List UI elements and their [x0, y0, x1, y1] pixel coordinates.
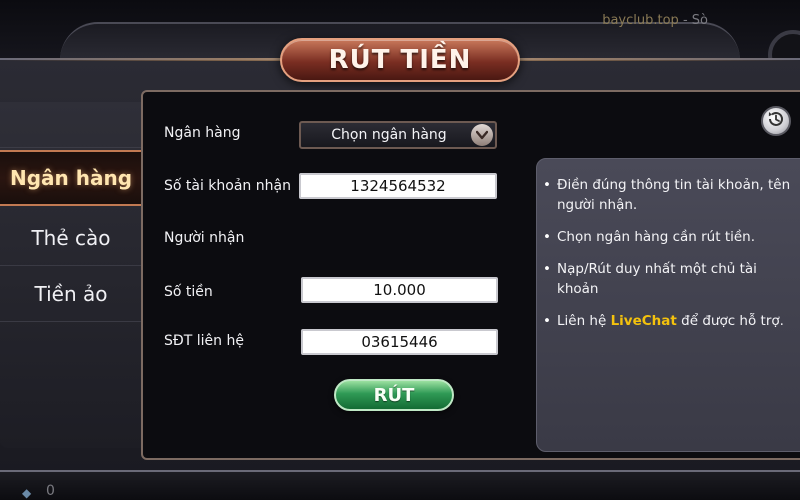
account-number-input[interactable]	[299, 173, 497, 199]
phone-input[interactable]	[301, 329, 498, 355]
recipient-label: Người nhận	[164, 230, 245, 246]
tab-card[interactable]: Thẻ cào	[0, 210, 142, 266]
tab-bank[interactable]: Ngân hàng	[0, 150, 142, 206]
info-item: Nạp/Rút duy nhất một chủ tài khoản	[543, 259, 797, 299]
bank-select-value: Chọn ngân hàng	[331, 127, 447, 143]
site-watermark: bayclub.top - Sò	[602, 13, 708, 28]
balance-value: 0	[46, 483, 55, 499]
bottom-bar	[0, 470, 800, 500]
history-icon	[766, 109, 786, 133]
title-plaque: RÚT TIỀN	[280, 38, 520, 82]
bank-label: Ngân hàng	[164, 125, 241, 141]
livechat-link[interactable]: LiveChat	[611, 313, 677, 329]
chevron-down-icon	[471, 124, 493, 146]
info-contact: Liên hệ LiveChat để được hỗ trợ.	[543, 311, 797, 331]
account-label: Số tài khoản nhận	[164, 178, 291, 194]
tab-crypto[interactable]: Tiền ảo	[0, 266, 142, 322]
phone-label: SĐT liên hệ	[164, 333, 244, 349]
page-title: RÚT TIỀN	[328, 45, 472, 75]
amount-input[interactable]	[301, 277, 498, 303]
info-box: Điền đúng thông tin tài khoản, tên người…	[536, 158, 800, 452]
history-button[interactable]	[761, 106, 791, 136]
gem-icon: ◆	[22, 486, 32, 500]
withdraw-button[interactable]: RÚT	[334, 379, 454, 411]
info-item: Chọn ngân hàng cần rút tiền.	[543, 227, 797, 247]
amount-label: Số tiền	[164, 284, 213, 300]
sidebar-header	[0, 102, 142, 148]
info-item: Điền đúng thông tin tài khoản, tên người…	[543, 175, 797, 215]
bank-select[interactable]: Chọn ngân hàng	[299, 121, 497, 149]
